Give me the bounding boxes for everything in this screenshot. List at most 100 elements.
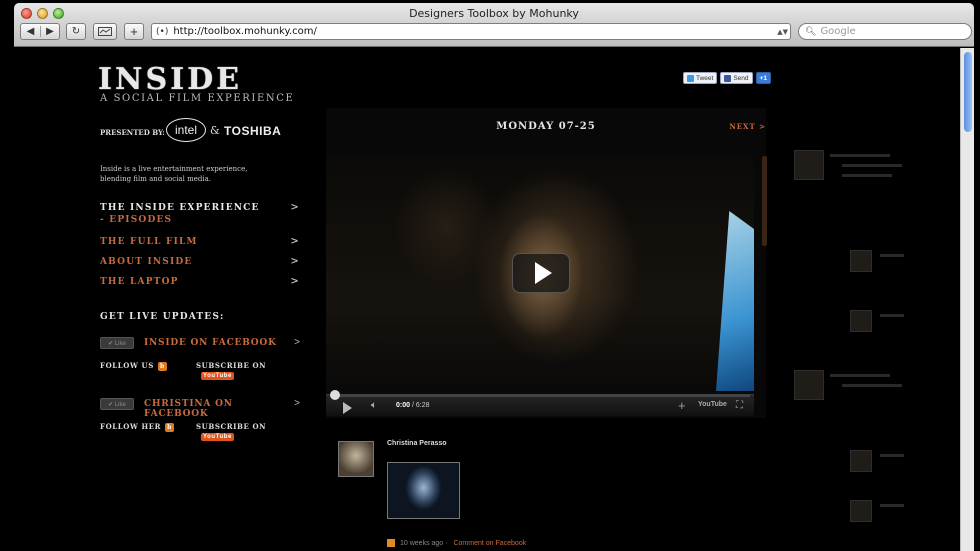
avatar (850, 500, 872, 522)
menu-item-full-film[interactable]: THE FULL FILM > (100, 236, 300, 257)
feed-text-line (830, 374, 890, 377)
title-bar: Designers Toolbox by Mohunky ◀ ▶ ↻ + (•)… (14, 3, 974, 47)
menu-item-label: THE FULL FILM (100, 237, 198, 247)
christina-facebook-link[interactable]: CHRISTINA ON FACEBOOK (144, 399, 300, 419)
post-author[interactable]: Christina Perasso (387, 440, 447, 447)
menu-item-label: ABOUT INSIDE (100, 257, 193, 267)
youtube-icon[interactable]: YouTube (201, 372, 234, 380)
back-forward-group: ◀ ▶ (20, 23, 60, 40)
comment-on-facebook-link[interactable]: Comment on Facebook (453, 540, 526, 547)
activity-feed (794, 150, 924, 550)
list-item (794, 370, 914, 400)
blogger-icon[interactable]: b (165, 422, 175, 432)
site-logo[interactable]: INSIDE (98, 62, 242, 97)
play-icon[interactable] (343, 402, 352, 414)
feed-text-line (880, 314, 904, 317)
blogger-icon[interactable]: b (157, 361, 167, 371)
tweet-button[interactable]: Tweet (683, 72, 718, 84)
video-frame-light (716, 211, 754, 391)
subscribe-youtube[interactable]: SUBSCRIBE ON YouTube (196, 422, 300, 441)
play-icon (534, 262, 552, 284)
list-item (794, 310, 914, 340)
add-to-playlist-icon[interactable]: + (678, 398, 686, 413)
menu-item-the-laptop[interactable]: THE LAPTOP > (100, 276, 300, 297)
facebook-icon (387, 539, 395, 547)
next-episode-link[interactable]: NEXT > (729, 122, 766, 131)
fullscreen-icon[interactable]: ⛶ (736, 400, 743, 411)
video-player[interactable] (326, 156, 754, 394)
facebook-send-button[interactable]: Send (720, 72, 753, 84)
avatar[interactable] (338, 441, 374, 477)
episode-day-title: MONDAY 07-25 (496, 121, 596, 132)
feed-text-line (842, 384, 902, 387)
follow-her-row: FOLLOW HER b SUBSCRIBE ON YouTube (100, 422, 300, 441)
intro-text: Inside is a live entertainment experienc… (100, 165, 248, 183)
search-placeholder: Google (820, 26, 856, 37)
follow-her-label: FOLLOW HER (100, 422, 162, 431)
feed-text-line (842, 164, 902, 167)
avatar (794, 150, 824, 180)
episode-panel: MONDAY 07-25 NEXT > 🔈︎ 0:00 / 6:28 + You… (326, 108, 767, 418)
tweet-label: Tweet (696, 74, 714, 82)
page-scrollbar[interactable] (960, 48, 974, 551)
feed-text-line (842, 174, 892, 177)
inside-facebook-link[interactable]: INSIDE ON FACEBOOK (144, 338, 277, 348)
menu-item-inside-experience[interactable]: THE INSIDE EXPERIENCE - EPISODES > (100, 202, 300, 237)
post-photo[interactable] (387, 462, 460, 519)
search-input[interactable]: 🔍︎ Google (798, 23, 972, 40)
list-item (794, 450, 914, 480)
chevron-down-icon[interactable]: ▲▼ (777, 28, 788, 36)
volume-icon[interactable]: 🔈︎ (371, 400, 377, 411)
site-tagline: A SOCIAL FILM EXPERIENCE (100, 93, 295, 104)
reload-button[interactable]: ↻ (66, 23, 86, 40)
list-item (794, 250, 914, 280)
subscribe-youtube[interactable]: SUBSCRIBE ON YouTube (196, 361, 300, 380)
avatar (794, 370, 824, 400)
main-menu: THE INSIDE EXPERIENCE - EPISODES > THE F… (100, 202, 300, 297)
add-bookmark-button[interactable]: + (124, 23, 144, 40)
rss-icon: (•) (156, 26, 169, 37)
snapback-button[interactable] (93, 23, 117, 40)
toshiba-logo[interactable]: TOSHIBA (224, 124, 281, 138)
send-label: Send (733, 74, 749, 82)
chevron-right-icon: > (290, 236, 300, 247)
list-item (794, 500, 914, 530)
avatar (850, 310, 872, 332)
scroll-thumb[interactable] (964, 52, 972, 132)
snapback-icon (98, 27, 112, 36)
browser-window: Designers Toolbox by Mohunky ◀ ▶ ↻ + (•)… (14, 3, 974, 551)
video-progress-bar[interactable] (330, 390, 750, 400)
progress-knob[interactable] (330, 390, 340, 400)
intel-logo[interactable]: intel (166, 118, 206, 142)
window-title: Designers Toolbox by Mohunky (409, 7, 579, 20)
menu-subitem-episodes[interactable]: - EPISODES (100, 215, 300, 225)
avatar (850, 450, 872, 472)
subscribe-label: SUBSCRIBE ON (196, 422, 267, 431)
menu-item-label: THE LAPTOP (100, 277, 179, 287)
google-plus-one-button[interactable]: +1 (755, 72, 771, 84)
forward-button[interactable]: ▶ (40, 26, 59, 37)
youtube-icon[interactable]: YouTube (698, 401, 727, 408)
url-text: http://toolbox.mohunky.com/ (173, 26, 317, 37)
christina-facebook-row: ✔ Like CHRISTINA ON FACEBOOK > (100, 398, 300, 419)
back-button[interactable]: ◀ (21, 26, 40, 37)
social-share-bar: Tweet Send +1 (683, 72, 771, 84)
facebook-like-button[interactable]: ✔ Like (100, 337, 134, 349)
sponsor-ampersand: & (210, 124, 220, 137)
feed-scrollbar[interactable] (762, 156, 767, 246)
presented-by-label: PRESENTED BY: (100, 128, 165, 137)
youtube-icon[interactable]: YouTube (201, 433, 234, 441)
video-time: 0:00 / 6:28 (396, 402, 429, 409)
big-play-button[interactable] (512, 253, 570, 293)
facebook-like-button[interactable]: ✔ Like (100, 398, 134, 410)
chevron-right-icon: > (290, 256, 300, 267)
chevron-right-icon: > (294, 337, 300, 348)
feed-text-line (880, 454, 904, 457)
chevron-right-icon: > (294, 398, 300, 409)
address-bar[interactable]: (•) http://toolbox.mohunky.com/ ▲▼ (151, 23, 791, 40)
total-time: / 6:28 (411, 402, 430, 409)
twitter-icon (687, 74, 694, 82)
subscribe-label: SUBSCRIBE ON (196, 361, 267, 370)
menu-item-about-inside[interactable]: ABOUT INSIDE > (100, 256, 300, 277)
feed-text-line (880, 504, 904, 507)
